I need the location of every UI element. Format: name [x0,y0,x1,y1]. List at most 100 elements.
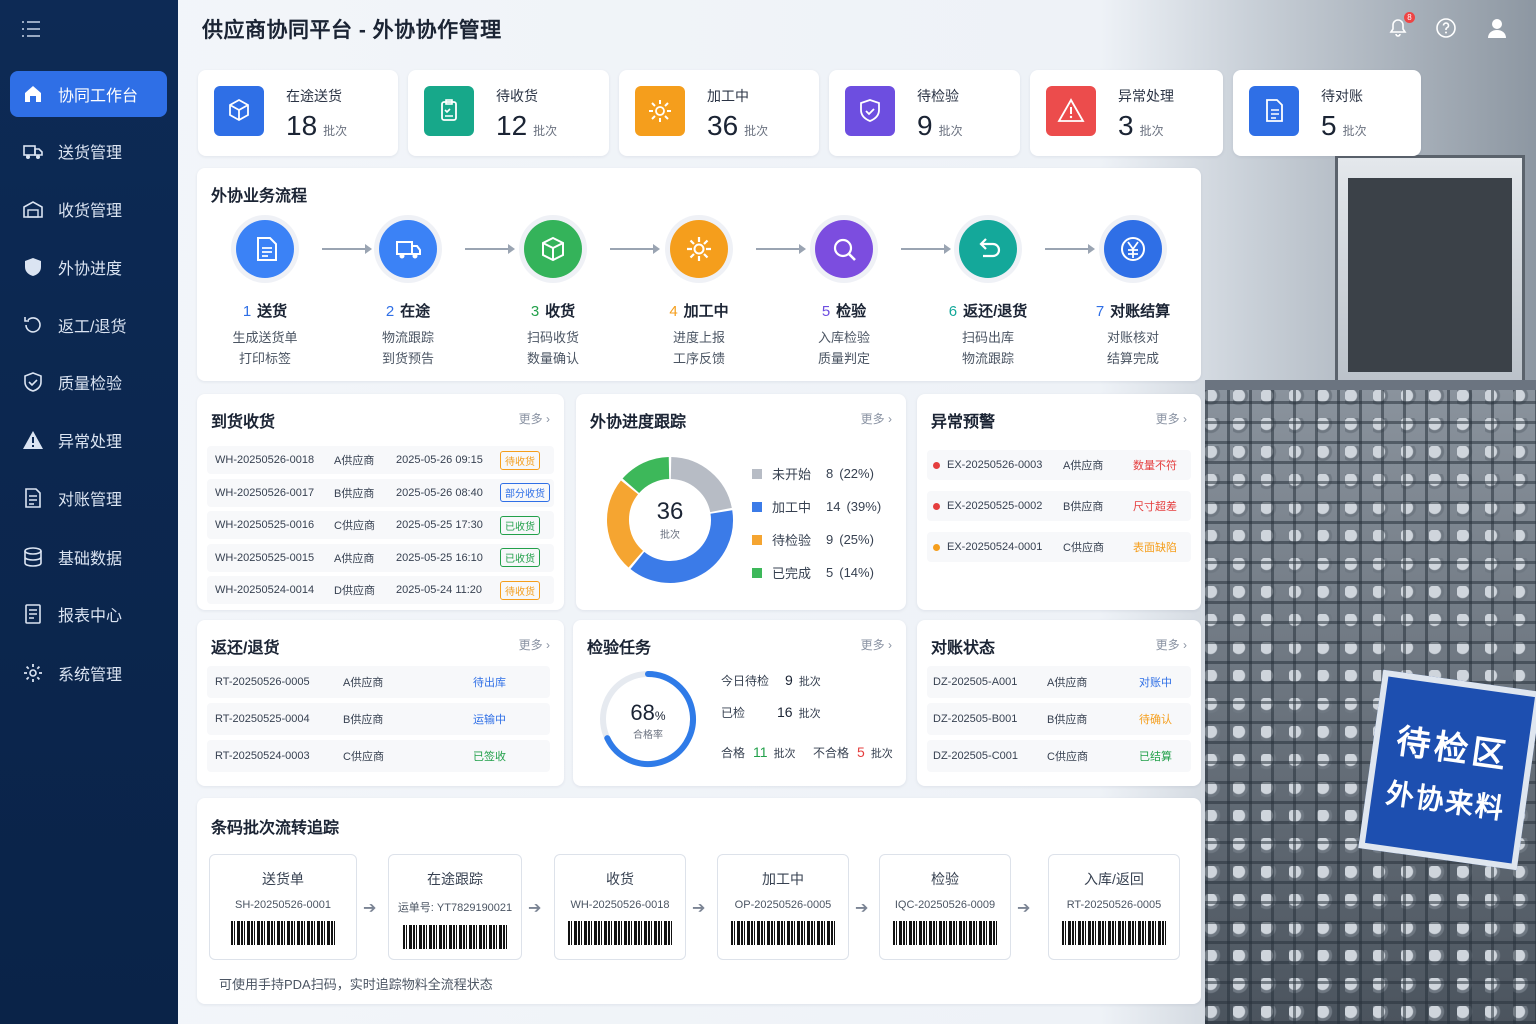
flow-step-desc: 扫码出库 物流跟踪 [961,330,1014,366]
flow-step-3[interactable]: 3 收货 扫码收货 数量确认 [493,220,613,369]
inspection-more-link[interactable]: 更多 › [861,636,892,653]
alert-id: EX-20250524-0001 [947,541,1043,553]
reconcile-id: DZ-202505-B001 [933,713,1018,725]
alerts-panel: 异常预警 更多 › EX-20250526-0003 A供应商 数量不符 EX-202… [917,394,1201,610]
reconcile-more-link[interactable]: 更多 › [1156,636,1187,653]
alert-dot [933,461,940,469]
arrival-id: WH-20250524-0014 [215,584,315,596]
return-id: RT-20250525-0004 [215,713,310,725]
inspection-panel: 检验任务 更多 › 68% 合格率 今日待检 9 批次 已检 16 批次 合格 11 批次 … [573,620,906,786]
donut-total: 36 [656,498,684,525]
flow-step-name: 5 检验 [821,303,867,320]
reconcile-row[interactable]: DZ-202505-C001 C供应商 已结算 [927,740,1191,772]
package-icon [524,220,582,278]
stat-card-5[interactable]: 待对账 5 批次 [1233,70,1421,156]
return-supplier: C供应商 [343,751,384,763]
barcode-number: OP-20250526-0005 [734,899,832,911]
sidebar-item-7[interactable]: 对账管理 [10,475,167,521]
barcode-card[interactable]: 收货 WH-20250526-0018 [554,854,686,960]
legend-pct: (39%) [846,499,882,514]
barcode-image [568,921,672,945]
sidebar-item-1[interactable]: 送货管理 [10,128,167,174]
sidebar-item-label: 报表中心 [58,608,123,625]
legend-count: 14 [826,499,841,514]
sidebar-item-label: 返工/退货 [58,319,127,336]
alert-row[interactable]: EX-20250526-0003 A供应商 数量不符 [927,450,1191,480]
stat-card-2[interactable]: 加工中 36 批次 [619,70,819,156]
arrival-row[interactable]: WH-20250525-0015 A供应商 2025-05-25 16:10 已收货 [207,543,554,572]
sidebar-item-6[interactable]: 异常处理 [10,417,167,463]
reconcile-row[interactable]: DZ-202505-A001 A供应商 对账中 [927,666,1191,698]
barcode-image [403,925,507,949]
arrival-row[interactable]: WH-20250524-0014 D供应商 2025-05-24 11:20 待收货 [207,576,554,604]
arrival-row[interactable]: WH-20250525-0016 C供应商 2025-05-25 17:30 已收货 [207,511,554,539]
barcode-card[interactable]: 入库/返回 RT-20250526-0005 [1048,854,1180,960]
arrival-row[interactable]: WH-20250526-0017 B供应商 2025-05-26 08:40 部分收货 [207,478,554,507]
flow-step-2[interactable]: 2 在途 物流跟踪 到货预告 [348,220,468,369]
stat-value: 12 批次 [496,110,558,141]
help-icon[interactable] [1434,16,1458,40]
pass-count: 合格 11 批次 [721,744,796,760]
flow-step-1[interactable]: 1 送货 生成送货单 打印标签 [205,220,325,369]
today-pending: 今日待检 9 批次 [721,672,821,688]
fail-count: 不合格 5 批次 [813,744,893,760]
stat-card-3[interactable]: 待检验 9 批次 [829,70,1020,156]
sidebar-item-2[interactable]: 收货管理 [10,186,167,232]
barcode-card-title: 收货 [606,871,634,887]
legend-name: 未开始 [772,467,812,482]
legend-pct: (14%) [839,565,874,580]
sidebar-item-label: 基础数据 [58,551,123,568]
notification-badge: 8 [1404,12,1415,23]
reconcile-row[interactable]: DZ-202505-B001 B供应商 待确认 [927,703,1191,735]
return-row[interactable]: RT-20250525-0004 B供应商 运输中 [207,703,550,735]
menu-toggle-icon[interactable] [20,18,44,42]
alert-row[interactable]: EX-20250524-0001 C供应商 表面缺陷 [927,532,1191,562]
gear-icon [635,86,685,136]
status-badge: 待收货 [500,450,540,470]
flow-step-6[interactable]: 6 返还/退货 扫码出库 物流跟踪 [928,220,1048,369]
arrivals-more-link[interactable]: 更多 › [519,410,550,427]
donut-unit: 批次 [660,530,680,541]
alert-issue: 尺寸超差 [1133,501,1177,513]
stat-card-0[interactable]: 在途送货 18 批次 [198,70,398,156]
barcode-number: RT-20250526-0005 [1066,899,1162,911]
stat-card-1[interactable]: 待收货 12 批次 [408,70,609,156]
sidebar-item-8[interactable]: 基础数据 [10,534,167,580]
barcode-card[interactable]: 在途跟踪 运单号: YT7829190021 [388,854,522,960]
sidebar-item-9[interactable]: 报表中心 [10,591,167,637]
return-row[interactable]: RT-20250524-0003 C供应商 已签收 [207,740,550,772]
sidebar-item-4[interactable]: 返工/退货 [10,302,167,348]
flow-step-4[interactable]: 4 加工中 进度上报 工序反馈 [639,220,759,369]
barcode-card[interactable]: 送货单 SH-20250526-0001 [209,854,357,960]
magnifier-icon [815,220,873,278]
sidebar-item-5[interactable]: 质量检验 [10,359,167,405]
progress-more-link[interactable]: 更多 › [861,410,892,427]
return-supplier: A供应商 [343,677,384,689]
arrival-time: 2025-05-25 16:10 [396,551,483,564]
sidebar-item-3[interactable]: 外协进度 [10,244,167,290]
returns-more-link[interactable]: 更多 › [519,636,550,653]
flow-step-7[interactable]: 7 对账结算 对账核对 结算完成 [1073,220,1193,369]
sidebar-item-10[interactable]: 系统管理 [10,650,167,696]
legend-item: 未开始 8 (22%) [752,464,874,483]
barcode-number: SH-20250526-0001 [234,899,332,911]
barcode-card-title: 加工中 [762,871,804,887]
return-row[interactable]: RT-20250526-0005 A供应商 待出库 [207,666,550,698]
barcode-card[interactable]: 检验 IQC-20250526-0009 [879,854,1011,960]
truck-image [1335,155,1525,395]
check-shield-icon [22,371,44,393]
alert-row[interactable]: EX-20250525-0002 B供应商 尺寸超差 [927,491,1191,521]
user-avatar-icon[interactable] [1485,16,1509,40]
alert-supplier: C供应商 [1063,542,1104,554]
return-status: 已签收 [473,751,506,763]
stat-value: 9 批次 [917,110,963,141]
clipboard-icon [424,86,474,136]
alerts-more-link[interactable]: 更多 › [1156,410,1187,427]
legend-count: 5 [826,565,834,580]
sidebar-item-0[interactable]: 协同工作台 [10,71,167,117]
flow-step-5[interactable]: 5 检验 入库检验 质量判定 [784,220,904,369]
arrival-row[interactable]: WH-20250526-0018 A供应商 2025-05-26 09:15 待收货 [207,446,554,474]
stat-card-4[interactable]: 异常处理 3 批次 [1030,70,1223,156]
barcode-card[interactable]: 加工中 OP-20250526-0005 [717,854,849,960]
stat-label: 待收货 [496,88,538,104]
